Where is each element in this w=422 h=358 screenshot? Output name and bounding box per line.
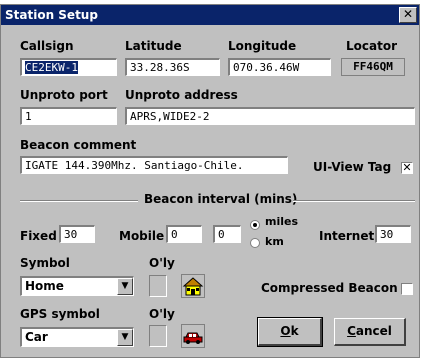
station-setup-dialog: Station Setup ✕ Callsign Latitude Longit…	[0, 4, 420, 358]
beacon-interval-label: Beacon interval (mins)	[144, 192, 298, 206]
symbol-label: Symbol	[20, 256, 70, 270]
mobile-interval-input[interactable]: 0	[166, 225, 202, 243]
ok-label-rest: k	[290, 324, 299, 338]
gps-symbol-select[interactable]: Car ▼	[20, 327, 134, 347]
km-radio[interactable]	[250, 238, 260, 248]
window-title: Station Setup	[5, 8, 98, 22]
beacon-comment-input[interactable]: IGATE 144.390Mhz. Santiago-Chile.	[20, 156, 288, 174]
compressed-beacon-label: Compressed Beacon	[261, 281, 398, 295]
unproto-port-input[interactable]: 1	[20, 107, 117, 125]
fixed-interval-input[interactable]: 30	[59, 225, 95, 243]
uiview-tag-label: UI-View Tag	[313, 160, 392, 174]
symbol-value: Home	[25, 279, 64, 293]
compressed-beacon-checkbox[interactable]	[401, 283, 413, 295]
chevron-down-icon[interactable]: ▼	[117, 329, 133, 346]
mobile-speed-input[interactable]: 0	[213, 225, 241, 243]
callsign-label: Callsign	[20, 39, 74, 53]
ok-button[interactable]: Ok	[257, 317, 323, 347]
longitude-label: Longitude	[228, 39, 297, 53]
beacon-comment-label: Beacon comment	[20, 138, 137, 152]
gps-overlay-box[interactable]	[149, 325, 167, 347]
callsign-value: CE2EKW-1	[25, 61, 78, 74]
chevron-down-icon[interactable]: ▼	[117, 278, 133, 295]
house-icon[interactable]	[181, 274, 205, 298]
locator-display: FF46QM	[341, 58, 405, 76]
ok-mnemonic: O	[280, 324, 291, 338]
gps-symbol-value: Car	[25, 330, 48, 344]
cancel-label-rest: ancel	[355, 324, 392, 338]
close-icon: ✕	[402, 7, 414, 21]
mobile-label: Mobile	[119, 229, 165, 243]
symbol-overlay-box[interactable]	[149, 275, 167, 297]
latitude-input[interactable]: 33.28.36S	[125, 58, 220, 76]
unproto-address-input[interactable]: APRS,WIDE2-2	[125, 107, 415, 125]
km-label: km	[265, 235, 284, 248]
interval-divider-right	[293, 200, 415, 202]
unproto-port-label: Unproto port	[20, 88, 108, 102]
interval-divider-left	[20, 200, 138, 202]
cancel-button[interactable]: Cancel	[334, 318, 406, 346]
latitude-label: Latitude	[125, 39, 182, 53]
symbol-select[interactable]: Home ▼	[20, 276, 134, 296]
cancel-mnemonic: C	[347, 324, 356, 338]
miles-label: miles	[265, 215, 299, 228]
locator-label: Locator	[346, 39, 397, 53]
internet-interval-input[interactable]: 30	[375, 225, 411, 243]
longitude-input[interactable]: 070.36.46W	[228, 58, 331, 76]
gps-symbol-label: GPS symbol	[20, 307, 100, 321]
symbol-overlay-label: O'ly	[149, 256, 175, 270]
miles-radio[interactable]	[250, 220, 260, 230]
close-button[interactable]: ✕	[399, 7, 417, 23]
unproto-address-label: Unproto address	[125, 88, 238, 102]
uiview-tag-checkbox[interactable]: ✕	[401, 162, 413, 174]
internet-label: Internet	[319, 229, 375, 243]
callsign-input[interactable]: CE2EKW-1	[20, 58, 117, 76]
gps-overlay-label: O'ly	[149, 307, 175, 321]
fixed-label: Fixed	[20, 229, 57, 243]
car-icon[interactable]	[181, 324, 205, 348]
title-bar[interactable]: Station Setup ✕	[1, 5, 419, 25]
